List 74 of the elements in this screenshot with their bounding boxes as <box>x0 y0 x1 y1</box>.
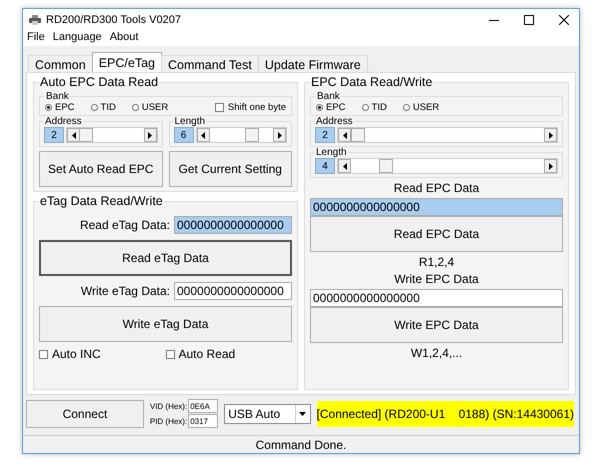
right-arrow-icon <box>278 132 282 138</box>
slider-thumb[interactable] <box>244 128 259 142</box>
slider-track[interactable] <box>337 158 558 174</box>
input-field[interactable]: 0317 <box>188 414 218 428</box>
group-title: eTag Data Read/Write <box>39 194 164 208</box>
group-title: Bank <box>45 91 70 102</box>
field-label: Read eTag Data: <box>80 218 170 232</box>
group-title: Bank <box>316 91 341 102</box>
status-bar: Command Done. <box>23 435 579 453</box>
checkbox-option[interactable]: Shift one byte <box>214 102 286 113</box>
slider-track[interactable] <box>66 127 158 143</box>
connection-status: [Connected] (RD200-U1 0188) (SN:14430061) <box>316 400 574 426</box>
slider-track[interactable] <box>337 127 558 143</box>
input-field[interactable]: 0000000000000000 <box>310 198 563 216</box>
tab[interactable]: EPC/eTag <box>92 52 162 72</box>
right-arrow-icon <box>548 132 552 138</box>
port-dropdown[interactable]: USB Auto <box>224 404 311 424</box>
menu-item[interactable]: Language <box>52 31 102 43</box>
action-button[interactable]: Set Auto Read EPC <box>39 151 162 187</box>
group-title: Auto EPC Data Read <box>39 75 160 89</box>
printer-icon <box>29 15 41 25</box>
right-arrow-icon <box>148 132 152 138</box>
group-title: Length <box>174 116 206 127</box>
write-button[interactable]: Write eTag Data <box>39 306 292 342</box>
field-label: PID (Hex): <box>150 416 188 426</box>
read-button[interactable]: Read eTag Data <box>39 240 292 276</box>
section-label: Read EPC Data <box>392 181 480 195</box>
command-hint: R1,2,4 <box>418 255 456 269</box>
write-button[interactable]: Write EPC Data <box>310 307 563 343</box>
slider-thumb[interactable] <box>78 128 93 142</box>
radio-option[interactable]: EPC <box>316 102 346 113</box>
radio-option[interactable]: USER <box>402 102 440 113</box>
command-hint: W1,2,4,... <box>410 346 464 360</box>
slider-thumb[interactable] <box>350 128 365 142</box>
radio-option[interactable]: TID <box>362 102 387 113</box>
radio-option[interactable]: TID <box>90 102 116 113</box>
menu-item[interactable]: About <box>110 31 138 43</box>
input-field[interactable]: 0E6A <box>188 399 218 413</box>
tab[interactable]: Command Test <box>161 55 259 72</box>
right-arrow-icon <box>548 162 552 170</box>
input-field[interactable]: 0000000000000000 <box>310 289 563 307</box>
tab[interactable]: Update Firmware <box>258 55 368 72</box>
read-button[interactable]: Read EPC Data <box>310 216 563 252</box>
field-label: VID (Hex): <box>150 402 188 410</box>
radio-option[interactable]: EPC <box>45 102 75 113</box>
group-title: EPC Data Read/Write <box>310 75 434 89</box>
action-button[interactable]: Get Current Setting <box>168 151 292 187</box>
checkbox-option[interactable]: Auto INC <box>39 347 166 361</box>
menu-item[interactable]: File <box>27 31 45 43</box>
group-title: Address <box>44 116 83 127</box>
group-title: Address <box>315 116 354 127</box>
slider-track[interactable] <box>196 127 287 143</box>
section-label: Write EPC Data <box>393 272 480 286</box>
input-field[interactable]: 0000000000000000 <box>174 282 292 300</box>
close-icon <box>559 15 569 25</box>
left-arrow-icon <box>201 132 205 138</box>
left-arrow-icon <box>342 132 346 138</box>
maximize-icon <box>524 15 534 25</box>
slider-thumb[interactable] <box>379 159 394 173</box>
connect-button[interactable]: Connect <box>26 400 144 428</box>
left-arrow-icon <box>72 132 76 138</box>
checkbox-option[interactable]: Auto Read <box>166 347 292 361</box>
field-label: Write eTag Data: <box>80 284 170 298</box>
group-title: Length <box>315 147 348 158</box>
radio-option[interactable]: USER <box>132 102 168 113</box>
left-arrow-icon <box>342 162 346 170</box>
value-display: 4 <box>315 158 335 174</box>
tab[interactable]: Common <box>28 55 93 72</box>
input-field[interactable]: 0000000000000000 <box>174 216 292 234</box>
dropdown-arrow-icon <box>299 412 306 416</box>
value-display: 2 <box>315 127 335 143</box>
value-display: 2 <box>44 127 64 143</box>
value-display: 6 <box>174 127 194 143</box>
window-title: RD200/RD300 Tools V0207 <box>46 14 182 26</box>
